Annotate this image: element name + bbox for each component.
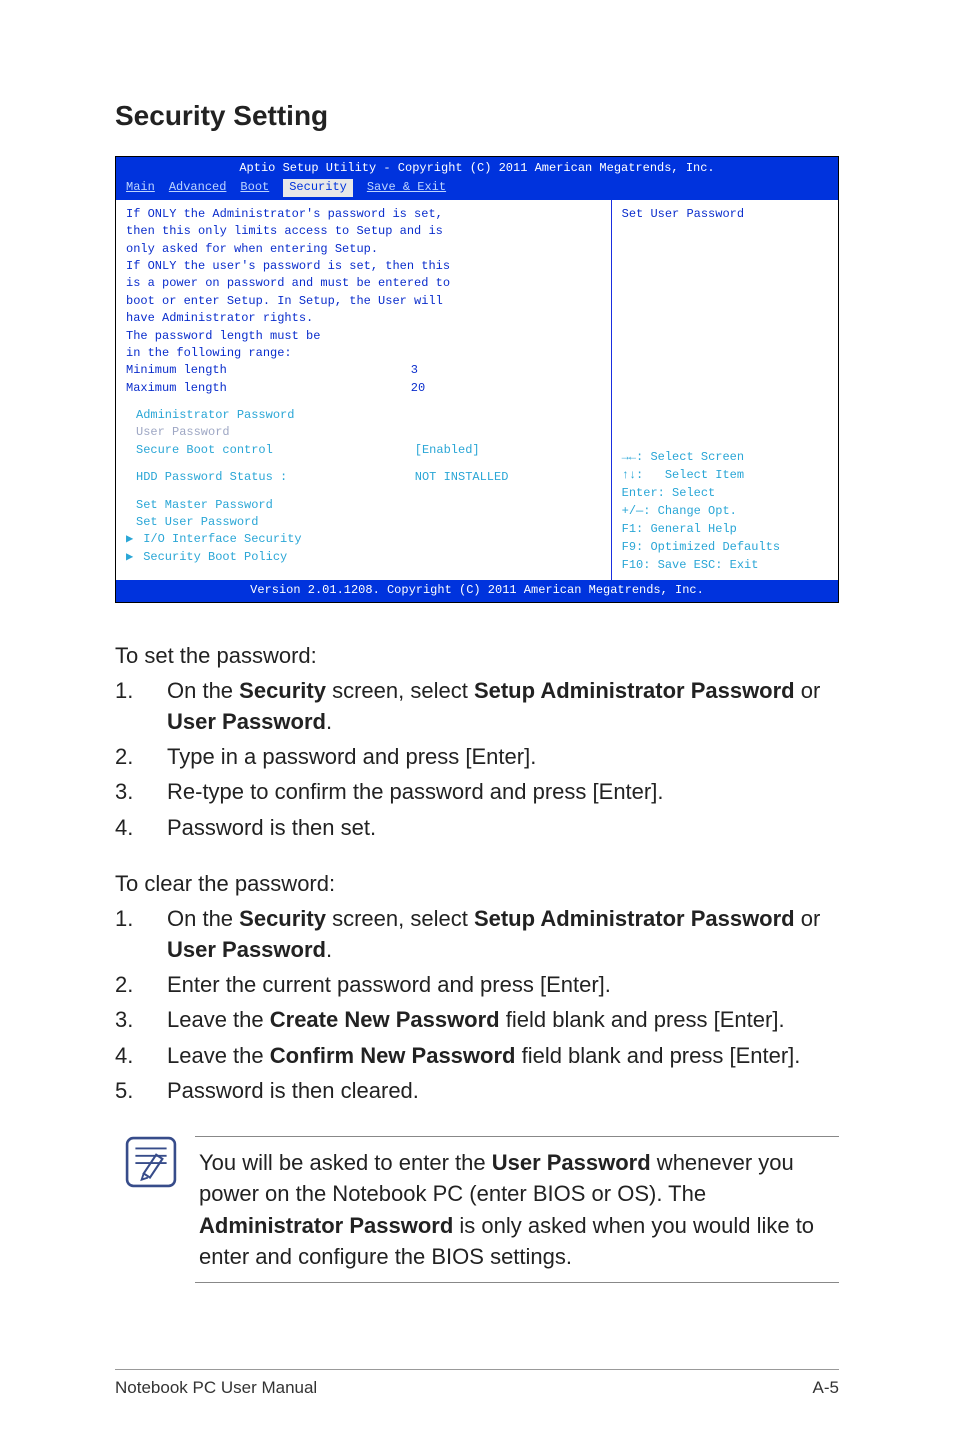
text: Leave the xyxy=(167,1043,270,1068)
list-item: Password is then set. xyxy=(115,812,839,843)
clear-password-intro: To clear the password: xyxy=(115,871,839,897)
text-bold: User Password xyxy=(492,1150,651,1175)
bios-desc-line: then this only limits access to Setup an… xyxy=(126,223,601,240)
bios-header-text: Aptio Setup Utility - Copyright (C) 2011… xyxy=(126,160,828,177)
text-bold: Confirm New Password xyxy=(270,1043,516,1068)
bios-tab-security[interactable]: Security xyxy=(283,179,353,196)
bios-right-pane: Set User Password →←: Select Screen ↑↓: … xyxy=(612,200,838,580)
min-length-label: Minimum length xyxy=(126,362,411,379)
text: . xyxy=(326,937,332,962)
text: You will be asked to enter the xyxy=(199,1150,492,1175)
text-bold: Security xyxy=(239,906,326,931)
bios-tab-bar: Main Advanced Boot Security Save & Exit xyxy=(126,177,828,196)
bios-screenshot: Aptio Setup Utility - Copyright (C) 2011… xyxy=(115,156,839,603)
bios-desc-line: only asked for when entering Setup. xyxy=(126,241,601,258)
text-bold: User Password xyxy=(167,937,326,962)
text: On the xyxy=(167,678,239,703)
text: field blank and press [Enter]. xyxy=(500,1007,785,1032)
text: screen, select xyxy=(326,678,474,703)
note-text: You will be asked to enter the User Pass… xyxy=(195,1136,839,1283)
hint-select-item: Select Item xyxy=(665,468,744,482)
menu-admin-password[interactable]: Administrator Password xyxy=(126,407,601,424)
list-item: Password is then cleared. xyxy=(115,1075,839,1106)
bios-desc-line: If ONLY the user's password is set, then… xyxy=(126,258,601,275)
bios-tab-boot[interactable]: Boot xyxy=(240,179,269,196)
text-bold: Administrator Password xyxy=(199,1213,453,1238)
text: . xyxy=(326,709,332,734)
hint-enter: Enter: Select xyxy=(622,484,828,502)
bios-desc-line: in the following range: xyxy=(126,345,601,362)
footer-left: Notebook PC User Manual xyxy=(115,1378,317,1398)
key-hints: →←: Select Screen ↑↓: Select Item Enter:… xyxy=(622,448,828,574)
text: screen, select xyxy=(326,906,474,931)
text-bold: Setup Administrator Password xyxy=(474,906,795,931)
arrows-ud-icon: ↑↓ xyxy=(622,468,636,482)
hint-f9: F9: Optimized Defaults xyxy=(622,538,828,556)
hdd-password-status-label: HDD Password Status : xyxy=(136,469,415,486)
bios-desc-line: is a power on password and must be enter… xyxy=(126,275,601,292)
bios-tab-advanced[interactable]: Advanced xyxy=(169,179,227,196)
list-item: Leave the Confirm New Password field bla… xyxy=(115,1040,839,1071)
text: or xyxy=(795,906,821,931)
hint-f1: F1: General Help xyxy=(622,520,828,538)
list-item: Enter the current password and press [En… xyxy=(115,969,839,1000)
menu-io-interface-security[interactable]: ▶ I/O Interface Security xyxy=(126,531,601,548)
arrows-lr-icon: →← xyxy=(622,450,636,464)
hdd-password-status-value: NOT INSTALLED xyxy=(415,469,601,486)
bios-desc-line: The password length must be xyxy=(126,328,601,345)
bios-desc-line: If ONLY the Administrator's password is … xyxy=(126,206,601,223)
bios-desc-line: have Administrator rights. xyxy=(126,310,601,327)
note-block: You will be asked to enter the User Pass… xyxy=(115,1136,839,1283)
text-bold: Create New Password xyxy=(270,1007,500,1032)
bios-left-pane: If ONLY the Administrator's password is … xyxy=(116,200,612,580)
bios-desc-line: boot or enter Setup. In Setup, the User … xyxy=(126,293,601,310)
max-length-value: 20 xyxy=(411,380,601,397)
text-bold: Setup Administrator Password xyxy=(474,678,795,703)
bios-tab-save-exit[interactable]: Save & Exit xyxy=(367,179,446,196)
text-bold: Security xyxy=(239,678,326,703)
help-title: Set User Password xyxy=(622,206,828,223)
list-item: Re-type to confirm the password and pres… xyxy=(115,776,839,807)
menu-set-master-password[interactable]: Set Master Password xyxy=(126,497,601,514)
note-icon xyxy=(125,1136,177,1188)
clear-password-steps: On the Security screen, select Setup Adm… xyxy=(115,903,839,1106)
hint-f10: F10: Save ESC: Exit xyxy=(622,556,828,574)
secure-boot-control-value[interactable]: [Enabled] xyxy=(415,442,601,459)
menu-user-password: User Password xyxy=(126,424,601,441)
triangle-right-icon: ▶ xyxy=(126,531,136,548)
menu-security-boot-policy[interactable]: ▶ Security Boot Policy xyxy=(126,549,601,566)
set-password-steps: On the Security screen, select Setup Adm… xyxy=(115,675,839,843)
menu-set-user-password[interactable]: Set User Password xyxy=(126,514,601,531)
io-interface-label: I/O Interface Security xyxy=(143,532,301,546)
bios-footer: Version 2.01.1208. Copyright (C) 2011 Am… xyxy=(116,580,838,601)
list-item: Type in a password and press [Enter]. xyxy=(115,741,839,772)
footer-right: A-5 xyxy=(813,1378,839,1398)
text-bold: User Password xyxy=(167,709,326,734)
text: Leave the xyxy=(167,1007,270,1032)
text: field blank and press [Enter]. xyxy=(515,1043,800,1068)
list-item: Leave the Create New Password field blan… xyxy=(115,1004,839,1035)
section-title: Security Setting xyxy=(115,100,839,132)
text: On the xyxy=(167,906,239,931)
secure-boot-control-label[interactable]: Secure Boot control xyxy=(136,442,415,459)
security-boot-policy-label: Security Boot Policy xyxy=(143,550,287,564)
min-length-value: 3 xyxy=(411,362,601,379)
page-footer: Notebook PC User Manual A-5 xyxy=(115,1369,839,1398)
bios-tab-main[interactable]: Main xyxy=(126,179,155,196)
text: or xyxy=(795,678,821,703)
list-item: On the Security screen, select Setup Adm… xyxy=(115,675,839,737)
triangle-right-icon: ▶ xyxy=(126,549,136,566)
max-length-label: Maximum length xyxy=(126,380,411,397)
hint-change-opt: +/—: Change Opt. xyxy=(622,502,828,520)
hint-select-screen: Select Screen xyxy=(650,450,744,464)
list-item: On the Security screen, select Setup Adm… xyxy=(115,903,839,965)
set-password-intro: To set the password: xyxy=(115,643,839,669)
